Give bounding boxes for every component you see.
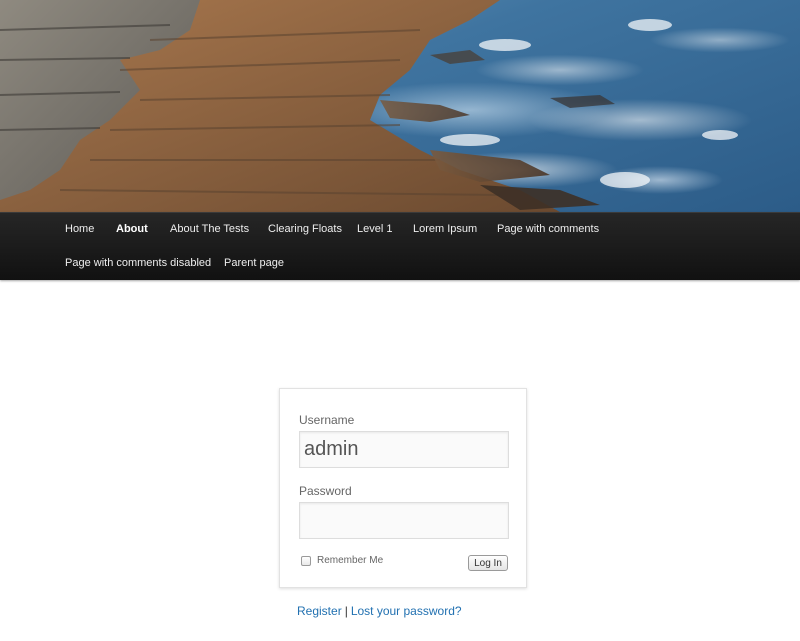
remember-me-label[interactable]: Remember Me xyxy=(317,555,383,566)
nav-item-level-1[interactable]: Level 1 xyxy=(357,222,392,236)
rocks-illustration xyxy=(0,0,738,212)
nav-item-page-with-comments-disabled[interactable]: Page with comments disabled xyxy=(65,256,211,270)
links-separator: | xyxy=(344,604,348,618)
header-image xyxy=(0,0,800,212)
main-navigation: Home About About The Tests Clearing Floa… xyxy=(0,212,800,280)
remember-me-row: Remember Me xyxy=(301,555,383,566)
password-input[interactable] xyxy=(299,502,509,539)
remember-me-checkbox[interactable] xyxy=(301,555,311,566)
nav-item-about-the-tests[interactable]: About The Tests xyxy=(170,222,249,236)
login-button[interactable]: Log In xyxy=(468,555,508,571)
nav-item-home[interactable]: Home xyxy=(65,222,94,236)
nav-item-page-with-comments[interactable]: Page with comments xyxy=(497,222,599,236)
password-label: Password xyxy=(299,484,352,498)
username-label: Username xyxy=(299,413,355,427)
login-form: Username Password Remember Me Log In xyxy=(279,388,527,588)
nav-item-parent-page[interactable]: Parent page xyxy=(224,256,284,270)
lost-password-link[interactable]: Lost your password? xyxy=(351,604,462,618)
login-links: Register | Lost your password? xyxy=(297,604,462,618)
register-link[interactable]: Register xyxy=(297,604,342,618)
nav-item-clearing-floats[interactable]: Clearing Floats xyxy=(268,222,342,236)
username-input[interactable] xyxy=(299,431,509,468)
nav-item-lorem-ipsum[interactable]: Lorem Ipsum xyxy=(413,222,477,236)
nav-item-about[interactable]: About xyxy=(116,222,148,236)
